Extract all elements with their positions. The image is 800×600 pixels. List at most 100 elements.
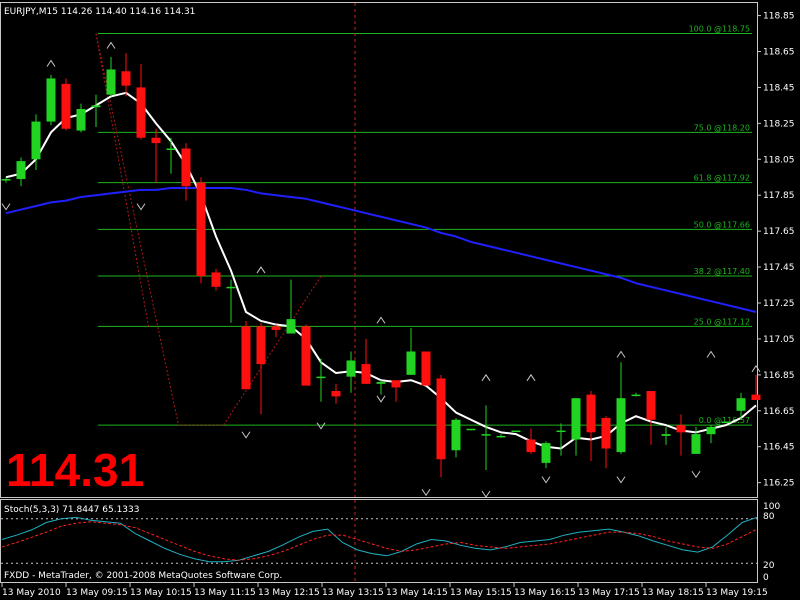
candle-body bbox=[421, 351, 431, 386]
fib-level-label: 75.0 @118.20 bbox=[694, 123, 750, 132]
candle-body bbox=[526, 439, 536, 453]
candle[interactable] bbox=[196, 177, 206, 284]
candle-body bbox=[16, 161, 26, 180]
price-tick-label: 118.05 bbox=[763, 155, 795, 165]
price-tick-label: 118.45 bbox=[763, 83, 795, 93]
candle-body bbox=[451, 419, 461, 451]
price-tick-label: 118.65 bbox=[763, 48, 795, 58]
stoch-tick-label: 80 bbox=[763, 512, 775, 522]
candle-body bbox=[676, 425, 686, 433]
candle-body bbox=[61, 83, 71, 129]
candle-body bbox=[436, 378, 446, 460]
candle-body bbox=[241, 326, 251, 390]
price-tick-label: 118.85 bbox=[763, 12, 795, 22]
price-tick-label: 117.45 bbox=[763, 263, 795, 273]
price-tick-label: 117.25 bbox=[763, 299, 795, 309]
candle-body bbox=[316, 376, 326, 379]
candle[interactable] bbox=[721, 421, 731, 424]
candle[interactable] bbox=[61, 78, 71, 131]
candle-body bbox=[511, 430, 521, 433]
candle-body bbox=[286, 319, 296, 334]
fib-level-label: 38.2 @117.40 bbox=[694, 267, 750, 276]
candle-body bbox=[556, 430, 566, 433]
candle-body bbox=[601, 417, 611, 449]
candle-body bbox=[211, 272, 221, 287]
time-tick-label: 13 May 13:15 bbox=[322, 588, 384, 598]
candle-body bbox=[196, 182, 206, 277]
candle-body bbox=[331, 391, 341, 397]
chart-header: EURJPY,M15 114.26 114.40 114.16 114.31 bbox=[4, 7, 195, 17]
price-tick-label: 117.05 bbox=[763, 335, 795, 345]
time-tick-label: 13 May 2010 bbox=[2, 588, 61, 598]
price-tick-label: 116.45 bbox=[763, 443, 795, 453]
candle-body bbox=[571, 398, 581, 440]
candle-body bbox=[586, 394, 596, 433]
price-tick-label: 117.65 bbox=[763, 227, 795, 237]
fib-level-label: 100.0 @118.75 bbox=[689, 25, 750, 34]
candle-body bbox=[256, 326, 266, 365]
candle-body bbox=[646, 391, 656, 420]
time-tick-label: 13 May 18:15 bbox=[642, 588, 704, 598]
price-tick-label: 117.85 bbox=[763, 191, 795, 201]
time-tick-label: 13 May 15:15 bbox=[450, 588, 512, 598]
candle-body bbox=[466, 428, 476, 431]
price-tick-label: 116.25 bbox=[763, 479, 795, 489]
time-tick-label: 13 May 12:15 bbox=[258, 588, 320, 598]
candle-body bbox=[691, 434, 701, 454]
time-tick-label: 13 May 14:15 bbox=[386, 588, 448, 598]
candle[interactable] bbox=[46, 74, 56, 126]
candle[interactable] bbox=[301, 324, 311, 386]
candle-body bbox=[166, 148, 176, 151]
candle[interactable] bbox=[241, 320, 251, 390]
price-tick-label: 116.65 bbox=[763, 407, 795, 417]
price-tick-label: 116.85 bbox=[763, 371, 795, 381]
stoch-tick-label: 0 bbox=[763, 573, 769, 583]
candle-body bbox=[376, 382, 386, 384]
candle-body bbox=[496, 435, 506, 438]
candle-body bbox=[106, 69, 116, 95]
candle-body bbox=[136, 87, 146, 138]
candle-body bbox=[301, 326, 311, 386]
fib-level-label: 61.8 @117.92 bbox=[694, 174, 750, 183]
candle-body bbox=[121, 71, 131, 86]
candle-body bbox=[481, 434, 491, 436]
candle-body bbox=[271, 326, 281, 330]
stoch-title: Stoch(5,3,3) 71.8447 65.1333 bbox=[4, 505, 139, 515]
candle-body bbox=[616, 398, 626, 453]
candle[interactable] bbox=[511, 430, 521, 433]
candle-body bbox=[76, 108, 86, 131]
price-tick-label: 118.25 bbox=[763, 119, 795, 129]
candle-body bbox=[31, 121, 41, 160]
time-tick-label: 13 May 10:15 bbox=[130, 588, 192, 598]
candle-body bbox=[181, 148, 191, 187]
candle-body bbox=[361, 364, 371, 384]
candle-body bbox=[406, 351, 416, 375]
trading-chart[interactable]: 100.0 @118.75 75.0 @118.20 61.8 @117.92 50.… bbox=[0, 0, 800, 600]
candle-body bbox=[151, 137, 161, 144]
stoch-tick-label: 20 bbox=[763, 561, 775, 571]
candle-body bbox=[91, 105, 101, 108]
candle-body bbox=[541, 443, 551, 463]
candle-body bbox=[226, 286, 236, 289]
candle-body bbox=[346, 360, 356, 377]
candle[interactable] bbox=[421, 351, 431, 386]
time-tick-label: 13 May 09:15 bbox=[66, 588, 128, 598]
candle-body bbox=[721, 421, 731, 424]
footer-copyright: FXDD - MetaTrader, © 2001-2008 MetaQuote… bbox=[4, 571, 282, 581]
candle-body bbox=[631, 394, 641, 397]
stoch-tick-label: 100 bbox=[763, 502, 780, 512]
time-tick-label: 13 May 16:15 bbox=[514, 588, 576, 598]
time-tick-label: 13 May 11:15 bbox=[194, 588, 256, 598]
fib-level-label: 25.0 @117.12 bbox=[694, 317, 750, 326]
time-tick-label: 13 May 19:15 bbox=[706, 588, 768, 598]
candle-body bbox=[736, 398, 746, 411]
time-tick-label: 13 May 17:15 bbox=[578, 588, 640, 598]
candle-body bbox=[1, 179, 11, 181]
fib-level-label: 50.0 @117.66 bbox=[694, 220, 750, 229]
candle-body bbox=[391, 380, 401, 388]
candle-body bbox=[706, 426, 716, 435]
candle-body bbox=[751, 394, 761, 400]
current-price-label: 114.31 bbox=[6, 444, 144, 496]
candle-body bbox=[46, 78, 56, 122]
candle-body bbox=[661, 434, 671, 436]
